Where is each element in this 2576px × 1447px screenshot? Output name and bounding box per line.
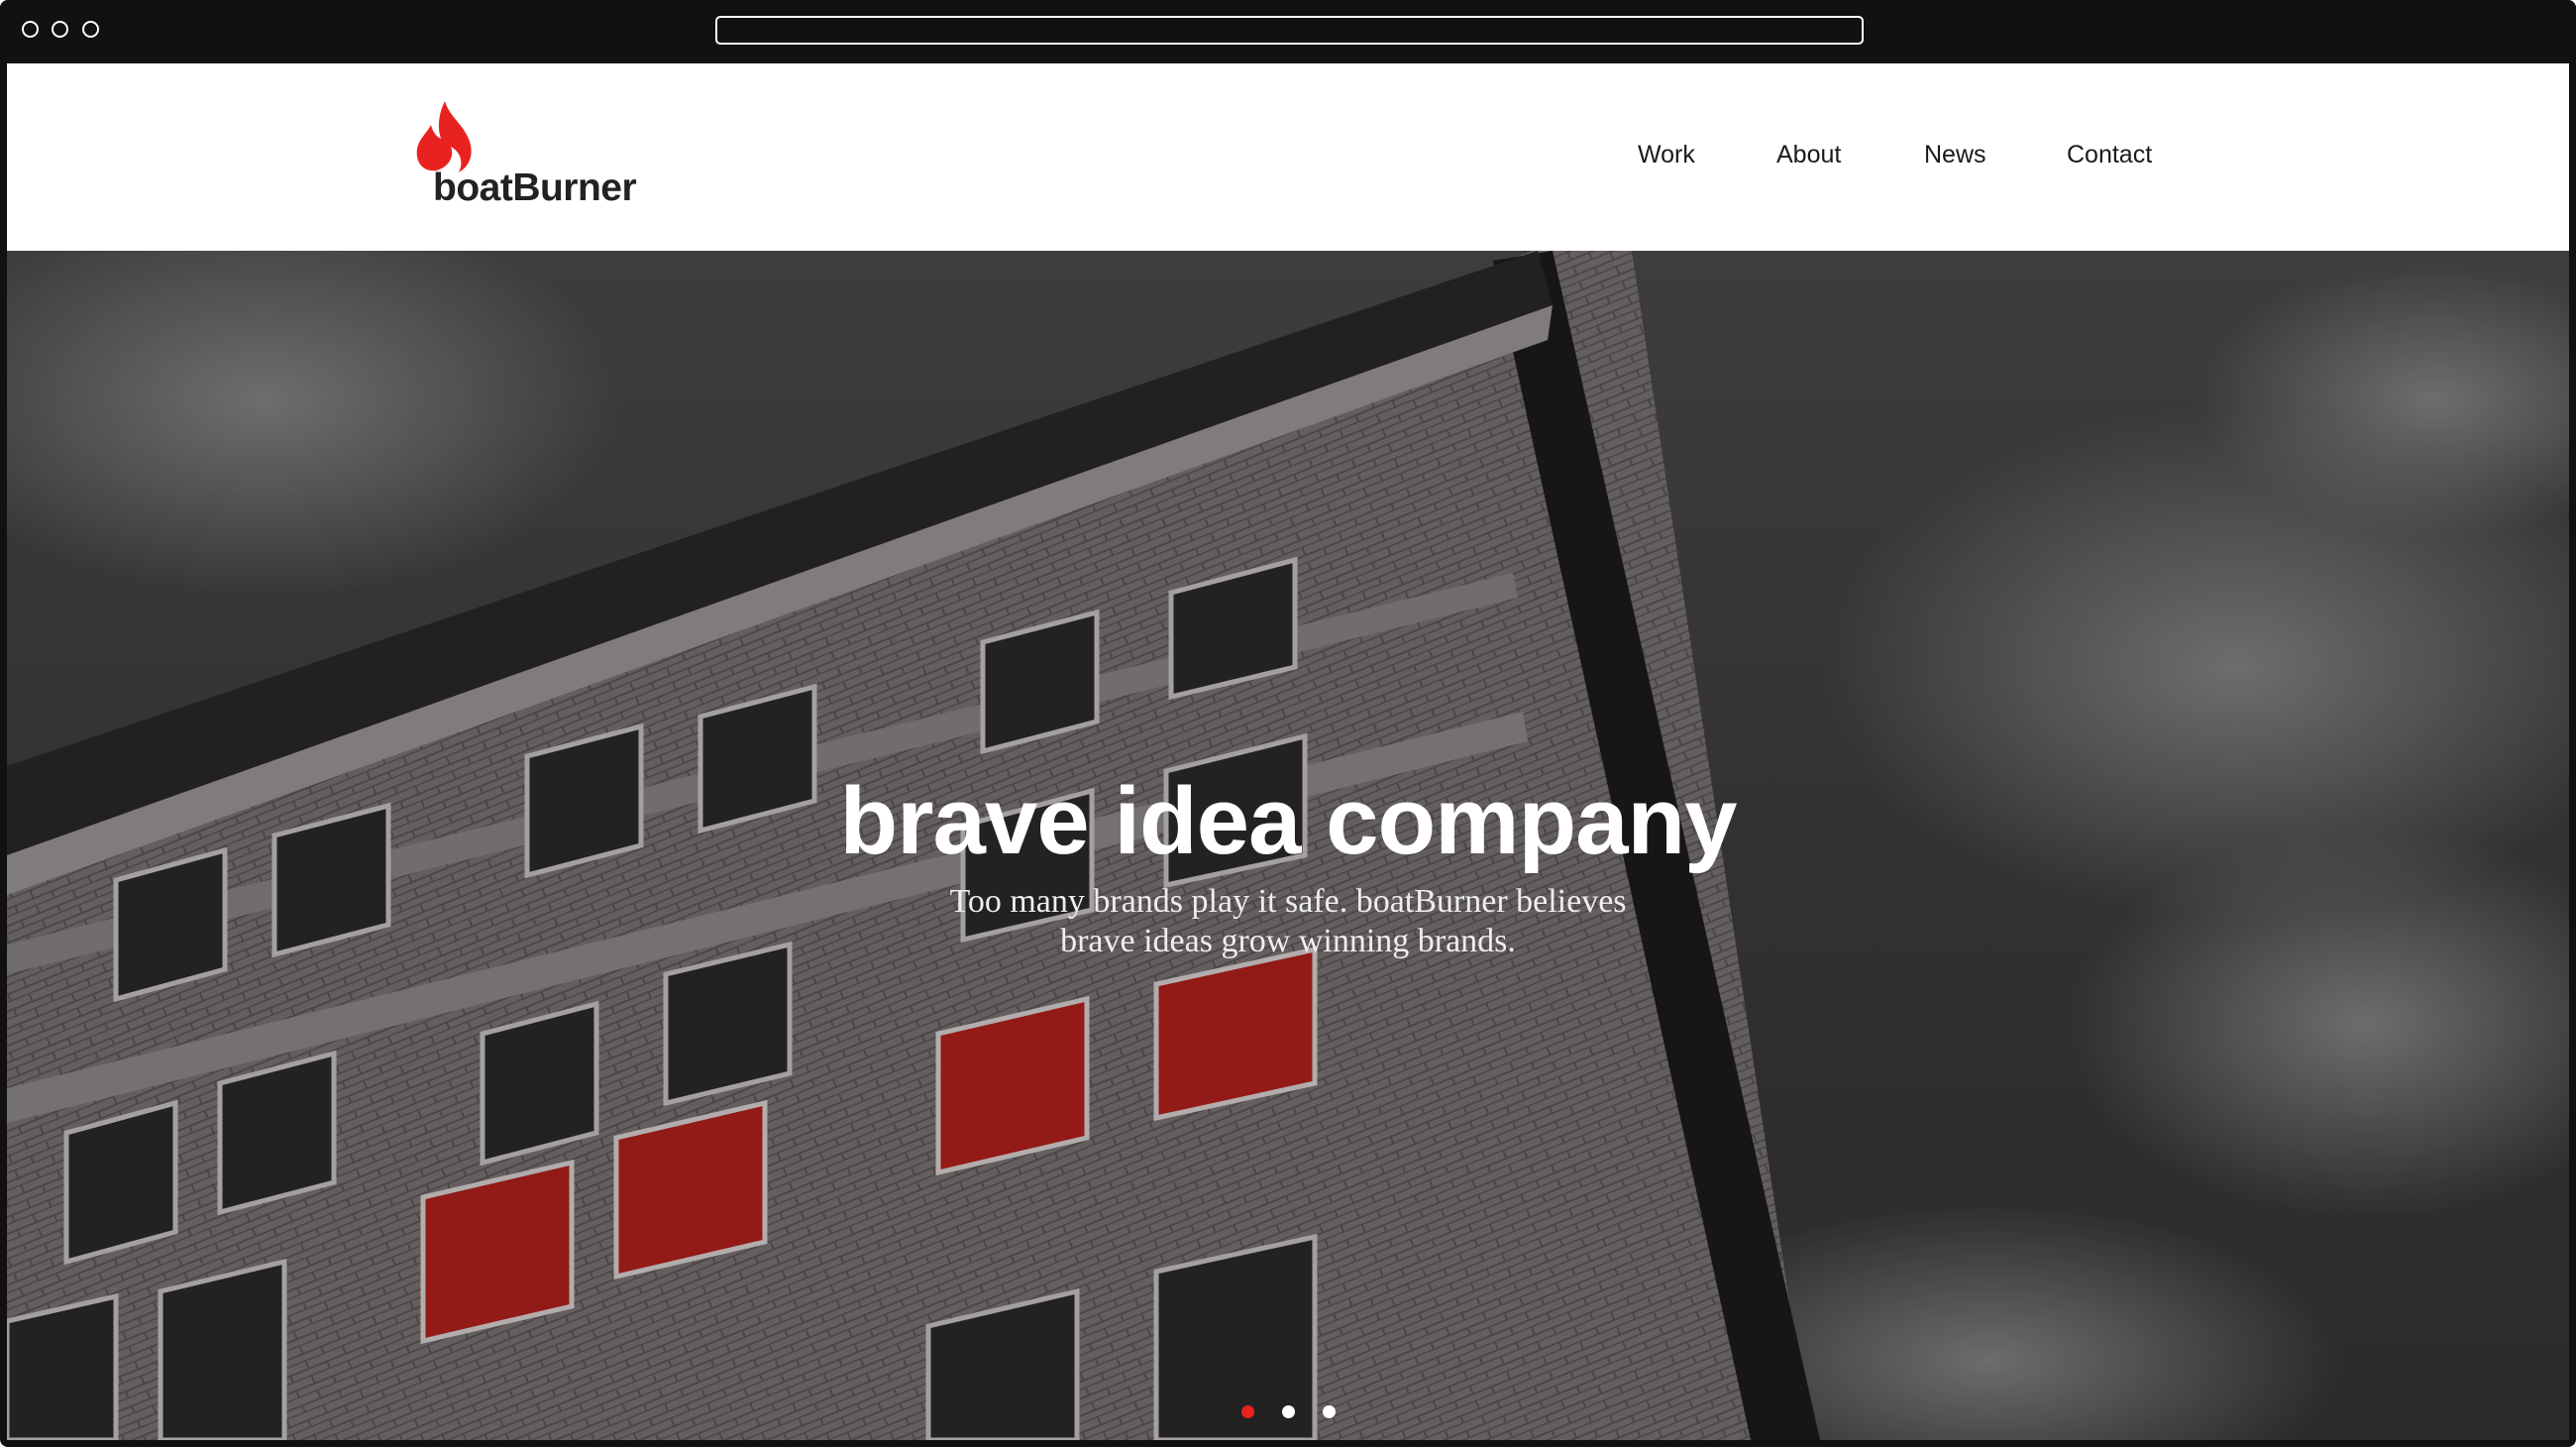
carousel-dot-3[interactable]	[1323, 1405, 1336, 1418]
window-close-icon[interactable]	[22, 21, 39, 38]
browser-window: boatBurner Work About News Contact brave…	[0, 0, 2576, 1447]
address-bar[interactable]	[715, 16, 1864, 45]
brand-logo-text[interactable]: boatBurner	[433, 168, 637, 207]
hero-subtitle-line-1: Too many brands play it safe. boatBurner…	[949, 883, 1627, 920]
window-maximize-icon[interactable]	[82, 21, 99, 38]
carousel-dot-2[interactable]	[1282, 1405, 1295, 1418]
nav-link-contact[interactable]: Contact	[2067, 143, 2152, 167]
nav-link-news[interactable]: News	[1924, 143, 1986, 167]
hero-title: brave idea company	[839, 768, 1737, 874]
hero-subtitle-line-2: brave ideas grow winning brands.	[1060, 923, 1516, 959]
web-page: boatBurner Work About News Contact brave…	[7, 63, 2569, 1440]
site-header: boatBurner Work About News Contact	[7, 63, 2569, 251]
flame-icon[interactable]	[415, 99, 481, 174]
browser-titlebar	[0, 0, 2576, 61]
carousel-dot-1[interactable]	[1241, 1405, 1254, 1418]
nav-link-about[interactable]: About	[1776, 143, 1841, 167]
nav-link-work[interactable]: Work	[1638, 143, 1695, 167]
window-minimize-icon[interactable]	[52, 21, 68, 38]
hero-section: brave idea company Too many brands play …	[7, 251, 2569, 1440]
hero-subtitle: Too many brands play it safe. boatBurner…	[842, 882, 1734, 961]
